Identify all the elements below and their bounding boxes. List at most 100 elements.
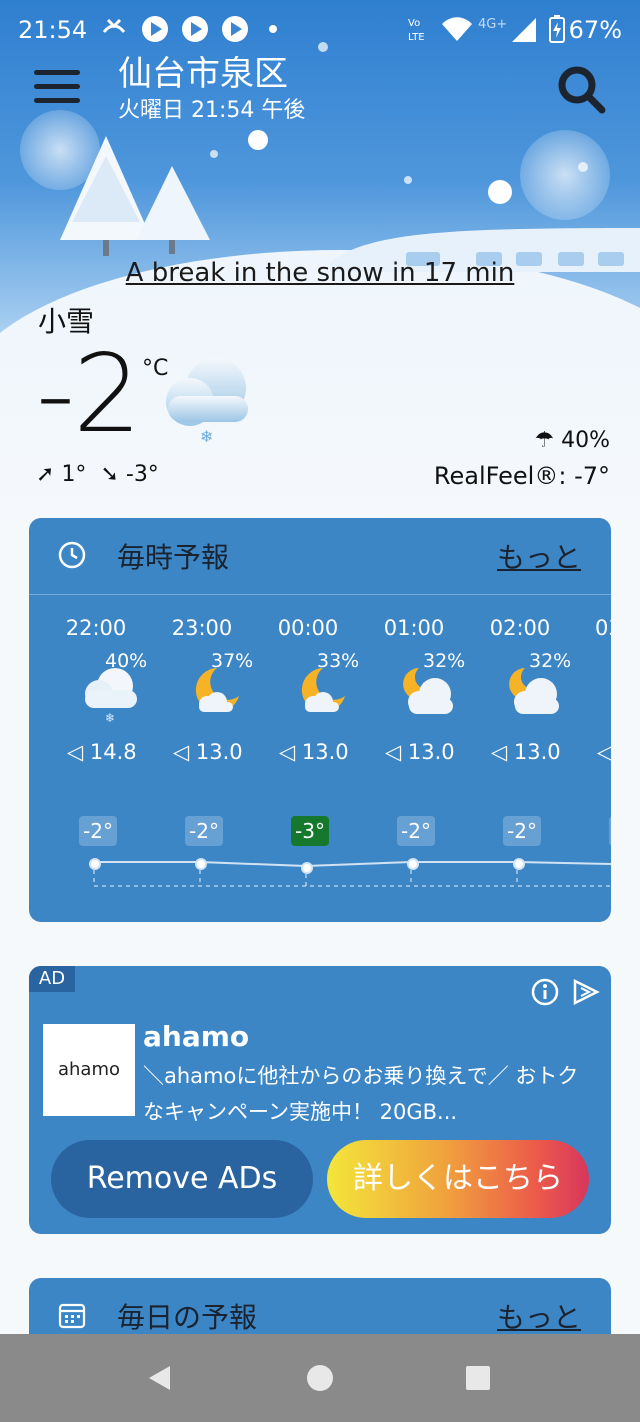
status-time: 21:54 — [18, 16, 88, 44]
snowflake-dot — [404, 176, 412, 184]
hour-temperature: -2° — [503, 816, 541, 846]
snowflake-dot — [578, 162, 588, 172]
play-notification-icon — [182, 16, 208, 42]
realfeel-temperature: RealFeel®: -7° — [433, 462, 610, 490]
temperature-point — [407, 858, 419, 870]
svg-text:LTE: LTE — [408, 32, 425, 43]
daily-card-title: 毎日の予報 — [117, 1301, 258, 1334]
clock-icon — [58, 541, 86, 569]
up-arrow-icon: ➚ — [36, 462, 55, 487]
temperature-point — [513, 858, 525, 870]
hour-time: 03 — [595, 616, 611, 640]
svg-text:❄: ❄ — [105, 711, 115, 724]
down-arrow-icon: ➘ — [100, 462, 119, 487]
more-notifications-dot-icon — [269, 25, 277, 33]
home-icon[interactable] — [306, 1364, 334, 1392]
wind-direction-icon: ◁ — [279, 740, 296, 764]
remove-ads-button[interactable]: Remove ADs — [51, 1140, 313, 1218]
current-temperature: -2 — [36, 332, 142, 457]
moon-cloudy-icon — [509, 668, 559, 714]
hourly-item[interactable]: 22:00 40% ❄ ◁ 14.8 -2° — [43, 616, 149, 870]
umbrella-icon: ☂ — [534, 428, 555, 453]
hour-wind: ◁ 13.0 — [385, 740, 455, 764]
battery-percentage: 67% — [568, 16, 622, 44]
menu-button[interactable] — [34, 70, 82, 110]
hourly-item[interactable]: 01:00 32% ◁ 13.0 -2° — [361, 616, 467, 870]
svg-text:4G+: 4G+ — [478, 17, 507, 32]
hour-temperature: -2° — [397, 816, 435, 846]
ad-cta-button[interactable]: 詳しくはこちら — [327, 1140, 589, 1218]
hour-wind: ◁ — [597, 740, 611, 764]
hour-wind: ◁ 13.0 — [173, 740, 243, 764]
snowflake-dot — [488, 180, 512, 204]
card-divider — [29, 594, 611, 595]
wind-direction-icon: ◁ — [173, 740, 190, 764]
hourly-forecast-card: 毎時予報 もっと 22:00 40% ❄ ◁ 14.8 -2° 23:00 37… — [29, 518, 611, 922]
hour-time: 23:00 — [171, 616, 233, 640]
snowy-trees-illustration — [60, 136, 210, 256]
hour-time: 00:00 — [277, 616, 339, 640]
snow-cloud-icon: ❄ — [166, 358, 248, 446]
hour-time: 01:00 — [383, 616, 445, 640]
ad-tag: AD — [29, 966, 75, 992]
hamburger-icon — [34, 70, 80, 75]
hour-wind: ◁ 14.8 — [67, 740, 137, 764]
precipitation-value: 40% — [561, 428, 610, 453]
temperature-point — [89, 858, 101, 870]
missed-call-icon — [102, 18, 126, 33]
location-name[interactable]: 仙台市泉区 — [118, 46, 288, 95]
date-time: 火曜日 21:54 午後 — [118, 98, 306, 123]
signal-4g-icon: 4G+ — [478, 17, 536, 42]
play-notification-icon — [142, 16, 168, 42]
hourly-item[interactable]: 23:00 37% ◁ 13.0 -2° — [149, 616, 255, 870]
search-icon[interactable] — [556, 64, 606, 114]
wind-direction-icon: ◁ — [67, 740, 84, 764]
ad-logo[interactable]: ahamo — [43, 1024, 135, 1116]
snow-glow — [520, 130, 610, 220]
ad-card: AD ahamo ahamo ＼ahamoに他社からのお乗り換えで／ おトクなキ… — [29, 966, 611, 1234]
ad-description[interactable]: ＼ahamoに他社からのお乗り換えで／ おトクなキャンペーン実施中！ 20GB.… — [143, 1058, 593, 1130]
hour-wind: ◁ 13.0 — [491, 740, 561, 764]
ad-title[interactable]: ahamo — [143, 1020, 249, 1053]
wind-direction-icon: ◁ — [385, 740, 402, 764]
recents-icon[interactable] — [464, 1364, 492, 1392]
hour-time: 02:00 — [489, 616, 551, 640]
moon-cloudy-icon — [403, 668, 453, 714]
moon-cloud-icon — [195, 668, 239, 712]
daily-more-link[interactable]: もっと — [497, 1296, 581, 1336]
hourly-card-header: 毎時予報 もっと — [29, 518, 611, 594]
back-icon[interactable] — [146, 1364, 174, 1392]
status-bar: 21:54 Vo LTE 4G+ 67% — [0, 0, 640, 60]
hourly-more-link[interactable]: もっと — [497, 536, 581, 576]
hour-temperature: -2° — [185, 816, 223, 846]
hourly-item[interactable]: 00:00 33% ◁ 13.0 -3° — [255, 616, 361, 874]
system-navigation-bar — [0, 1334, 640, 1422]
wifi-icon — [442, 17, 472, 41]
hour-wind: ◁ 13.0 — [279, 740, 349, 764]
hourly-item[interactable]: 02:00 32% ◁ 13.0 -2° — [467, 616, 573, 870]
low-temperature: -3° — [125, 462, 159, 487]
wind-direction-icon: ◁ — [597, 740, 611, 764]
moon-cloud-icon — [301, 668, 345, 712]
calendar-icon — [58, 1303, 86, 1329]
svg-text:Vo: Vo — [408, 18, 420, 29]
svg-text:❄: ❄ — [200, 427, 213, 446]
hour-temperature — [609, 816, 611, 846]
temperature-point — [195, 858, 207, 870]
high-low-temperatures: ➚ 1° ➘ -3° — [36, 462, 159, 487]
minute-forecast-link[interactable]: A break in the snow in 17 min — [0, 258, 640, 288]
hourly-item[interactable]: 03 ◁ — [573, 616, 611, 846]
precipitation-probability: ☂ 40% — [534, 428, 610, 453]
info-icon[interactable] — [531, 978, 559, 1006]
temperature-point — [301, 862, 313, 874]
hourly-card-title: 毎時予報 — [117, 541, 230, 574]
snowflake-dot — [248, 130, 268, 150]
adchoices-icon[interactable] — [571, 978, 601, 1006]
snow-cloud-icon: ❄ — [85, 668, 137, 724]
play-notification-icon — [222, 16, 248, 42]
volte-icon: Vo LTE — [408, 18, 425, 43]
high-temperature: 1° — [61, 462, 87, 487]
battery-charging-icon — [549, 15, 565, 43]
wind-direction-icon: ◁ — [491, 740, 508, 764]
hour-time: 22:00 — [65, 616, 127, 640]
